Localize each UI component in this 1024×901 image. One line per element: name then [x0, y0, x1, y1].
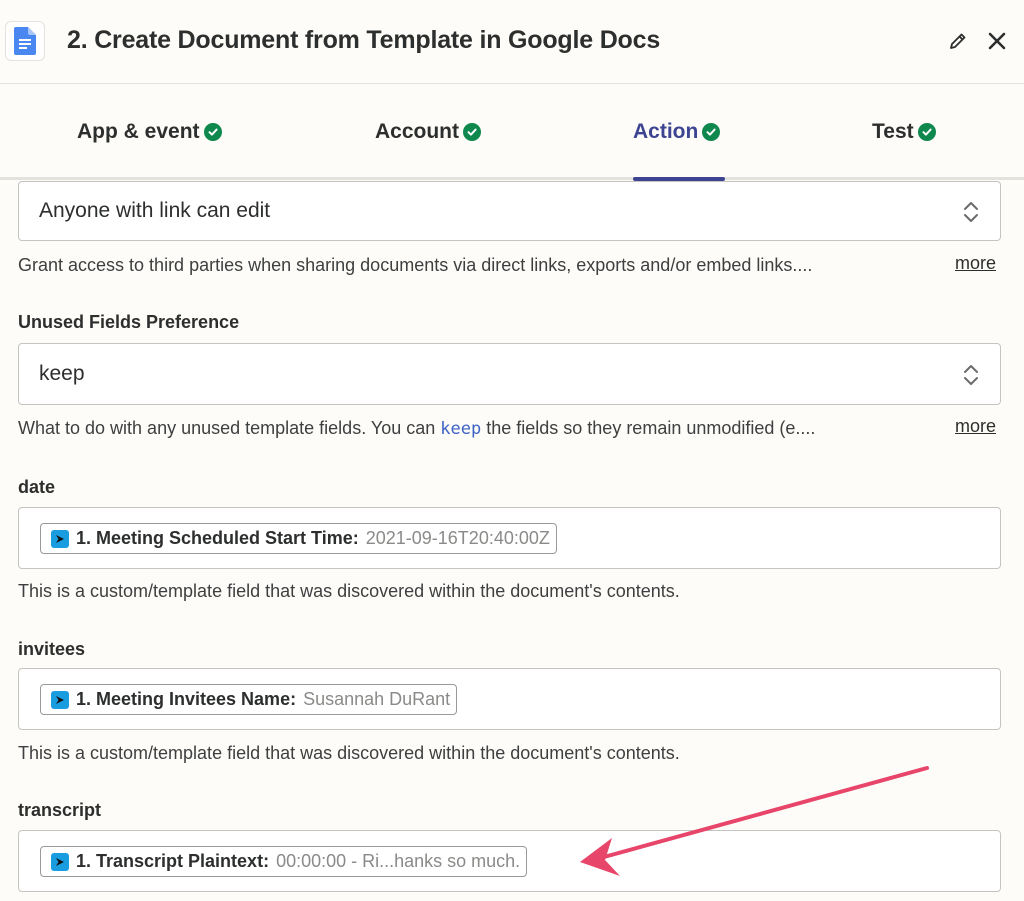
help-code-keep: keep — [440, 419, 482, 439]
sharing-more-link[interactable]: more — [955, 253, 996, 274]
unused-fields-label: Unused Fields Preference — [18, 312, 240, 332]
tab-action[interactable]: Action — [633, 84, 721, 180]
pill-value: 2021-09-16T20:40:00Z — [365, 528, 550, 548]
check-circle-icon — [917, 123, 936, 141]
date-field[interactable]: 1. Meeting Scheduled Start Time: 2021-09… — [18, 507, 1001, 569]
pill-key: 1. Transcript Plaintext: — [76, 851, 270, 871]
step-tabs: App & event Account Action Test — [0, 84, 1024, 180]
google-docs-icon — [5, 21, 45, 61]
pencil-icon[interactable] — [946, 29, 970, 53]
select-value: keep — [39, 362, 85, 385]
help-text-start: What to do with any unused template fiel… — [18, 418, 441, 438]
pill-value: Susannah DuRant — [303, 689, 451, 709]
unused-fields-select[interactable]: keep — [18, 343, 1001, 405]
invitees-help-text: This is a custom/template field that was… — [18, 743, 680, 763]
invitees-label: invitees — [18, 639, 86, 659]
date-label: date — [18, 477, 56, 497]
date-help-text: This is a custom/template field that was… — [18, 581, 680, 601]
check-circle-icon — [203, 123, 222, 141]
select-value: Anyone with link can edit — [39, 199, 271, 222]
date-mapped-pill[interactable]: 1. Meeting Scheduled Start Time: 2021-09… — [40, 523, 557, 554]
sharing-select[interactable]: Anyone with link can edit — [18, 181, 1001, 241]
updown-chevron-icon — [964, 365, 978, 385]
check-circle-icon — [702, 123, 721, 141]
unused-fields-help-text: What to do with any unused template fiel… — [18, 418, 943, 439]
updown-chevron-icon — [964, 202, 978, 222]
pill-key: 1. Meeting Scheduled Start Time: — [76, 528, 359, 548]
tab-test[interactable]: Test — [872, 84, 936, 180]
fathom-app-icon — [51, 690, 69, 709]
transcript-mapped-pill[interactable]: 1. Transcript Plaintext: 00:00:00 - Ri..… — [40, 846, 528, 877]
tab-label: App & event — [77, 120, 200, 143]
help-text-end: the fields so they remain unmodified (e.… — [481, 418, 816, 438]
tab-label: Test — [872, 120, 914, 143]
fathom-app-icon — [51, 852, 69, 871]
sharing-help-text: Grant access to third parties when shari… — [18, 255, 813, 275]
step-header: 2. Create Document from Template in Goog… — [0, 0, 1024, 84]
transcript-label: transcript — [18, 800, 102, 820]
pill-key: 1. Meeting Invitees Name: — [76, 689, 297, 709]
check-circle-icon — [463, 123, 481, 141]
tab-app-event[interactable]: App & event — [77, 84, 222, 180]
fathom-app-icon — [51, 529, 69, 548]
step-title: 2. Create Document from Template in Goog… — [67, 26, 661, 54]
tab-label: Account — [375, 120, 459, 143]
transcript-field[interactable]: 1. Transcript Plaintext: 00:00:00 - Ri..… — [18, 830, 1001, 892]
invitees-field[interactable]: 1. Meeting Invitees Name: Susannah DuRan… — [18, 668, 1001, 730]
pill-value: 00:00:00 - Ri...hanks so much. — [276, 851, 521, 871]
invitees-mapped-pill[interactable]: 1. Meeting Invitees Name: Susannah DuRan… — [40, 684, 458, 715]
tab-account[interactable]: Account — [375, 84, 481, 180]
unused-fields-more-link[interactable]: more — [955, 416, 996, 437]
tab-label: Action — [633, 120, 699, 143]
close-icon[interactable] — [985, 29, 1009, 53]
